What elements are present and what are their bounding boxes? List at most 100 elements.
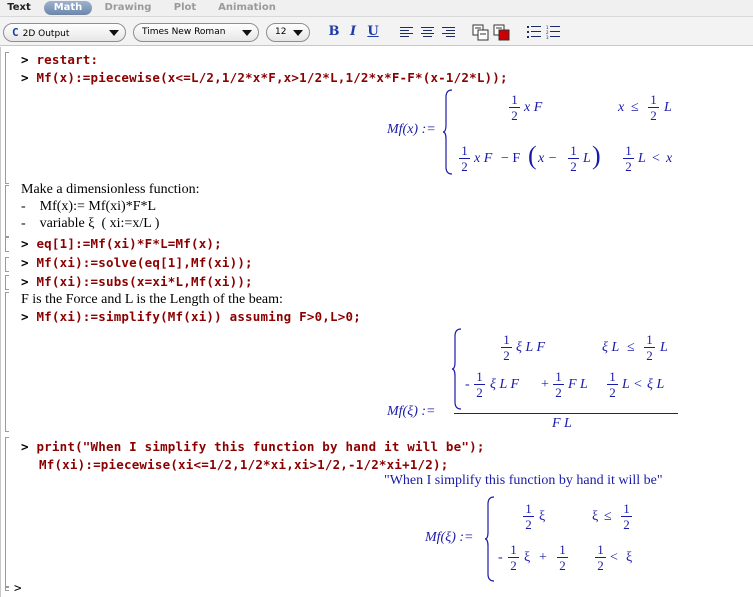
math-paren: ) [592,141,601,170]
command-text: Mf(x):=piecewise(x<=L/2,1/2*x*F,x>1/2*L,… [36,70,508,85]
character-style-icon[interactable] [493,24,511,41]
prompt: > [21,255,37,270]
fraction: 12 [474,370,485,399]
fraction: 12 [553,370,564,399]
prompt: > [21,439,37,454]
math-term: L [664,100,672,115]
chevron-down-icon [109,30,119,36]
output-lhs: Mf(ξ) := [425,530,474,545]
execution-group-bracket[interactable] [5,237,9,252]
math-term: x F [474,151,493,166]
command-text: restart: [36,52,99,67]
fraction: 12 [648,93,659,122]
prompt: > [14,580,22,595]
fraction: 12 [621,502,632,531]
fraction: 12 [595,543,606,572]
math-term: x F [524,100,543,115]
fraction: 12 [501,333,512,362]
input-line[interactable]: > Mf(xi):=solve(eq[1],Mf(xi)); [21,255,253,270]
worksheet[interactable]: > restart: > Mf(x):=piecewise(x<=L/2,1/2… [0,47,753,597]
math-operator: < [610,550,618,565]
text-group-bracket[interactable] [5,185,9,237]
prompt: > [21,309,37,324]
underline-button[interactable]: U [366,24,380,40]
command-text: Mf(xi):=simplify(Mf(xi)) assuming F>0,L>… [36,309,361,324]
tab-math[interactable]: Math [44,1,92,15]
fraction: 12 [508,543,519,572]
prompt: > [21,52,37,67]
font-family-select[interactable]: Times New Roman [133,23,259,42]
chevron-down-icon [242,30,252,36]
math-term: ξ L F [516,340,546,355]
prompt: > [21,236,37,251]
font-family-value: Times New Roman [142,27,226,37]
execution-group-bracket[interactable] [5,437,9,587]
math-term: ξ [524,550,531,565]
math-operator: - [498,550,503,565]
tab-animation[interactable]: Animation [216,1,278,15]
font-size-value: 12 [275,27,287,37]
tab-drawing[interactable]: Drawing [102,1,154,15]
input-line[interactable]: > Mf(x):=piecewise(x<=L/2,1/2*x*F,x>1/2*… [21,70,508,85]
input-line-continued[interactable]: Mf(xi):=piecewise(xi<=1/2,1/2*xi,xi>1/2,… [39,457,448,472]
print-output: "When I simplify this function by hand i… [384,473,663,488]
execution-group-bracket[interactable] [5,587,9,591]
fraction: 12 [644,333,655,362]
input-line[interactable]: > Mf(xi):=subs(x=xi*L,Mf(xi)); [21,274,253,289]
numbered-list-icon[interactable]: 1 2 3 [546,25,561,40]
math-term: F L [568,377,588,392]
align-left-button[interactable] [400,27,413,38]
bold-button[interactable]: B [327,24,341,40]
math-operator: + [539,550,547,565]
math-term: L [583,151,591,166]
tab-text[interactable]: Text [4,1,34,15]
execution-group-bracket[interactable] [5,292,9,432]
command-text: print("When I simplify this function by … [36,439,485,454]
bullet-list-icon[interactable] [527,25,542,40]
input-line[interactable]: > eq[1]:=Mf(xi)*F*L=Mf(x); [21,236,222,251]
fraction: 12 [523,502,534,531]
math-operator: ≤ [627,340,635,355]
align-right-button[interactable] [442,27,455,38]
execution-group-bracket[interactable] [5,257,9,272]
math-term: x [618,100,625,115]
math-term: x − [538,151,558,166]
tab-plot[interactable]: Plot [170,1,200,15]
input-line[interactable]: > print("When I simplify this function b… [21,439,485,454]
math-term: ξ L F [490,377,520,392]
paragraph[interactable]: F is the Force and L is the Length of th… [21,292,283,308]
math-term: ξ L [602,340,620,355]
left-brace-icon [484,496,495,582]
output-mode-value: 2D Output [22,29,70,39]
fraction: 12 [607,370,618,399]
output-mode-select[interactable]: C 2D Output [3,23,126,42]
execution-group-bracket[interactable] [5,275,9,290]
mode-tab-bar: Text Math Drawing Plot Animation [0,0,753,17]
math-operator: < [634,377,642,392]
input-line[interactable]: > Mf(xi):=simplify(Mf(xi)) assuming F>0,… [21,309,361,324]
italic-button[interactable]: I [346,24,360,40]
command-text: Mf(xi):=solve(eq[1],Mf(xi)); [36,255,253,270]
align-center-button[interactable] [421,27,434,38]
command-text: eq[1]:=Mf(xi)*F*L=Mf(x); [36,236,222,251]
code-mode-icon: C [12,26,19,39]
math-term: ξ [592,509,599,524]
math-term: F L [552,416,572,431]
math-term: ξ [539,509,546,524]
math-operator: - [465,377,470,392]
fraction: 12 [509,93,520,122]
left-brace-icon [442,89,453,175]
command-text: Mf(xi):=piecewise(xi<=1/2,1/2*xi,xi>1/2,… [39,457,449,472]
empty-prompt[interactable]: > [14,580,22,595]
font-size-select[interactable]: 12 [266,23,310,42]
execution-group-bracket[interactable] [5,52,9,184]
fraction: 12 [623,144,634,173]
input-line[interactable]: > restart: [21,52,98,67]
fraction: 12 [568,144,579,173]
chevron-down-icon [293,30,303,36]
paragraph-style-icon[interactable] [472,24,490,41]
paragraph[interactable]: - Mf(x):= Mf(xi)*F*L [21,199,156,215]
math-term: L [622,377,630,392]
paragraph[interactable]: Make a dimensionless function: [21,182,199,198]
paragraph[interactable]: - variable ξ ( xi:=x/L ) [21,216,159,232]
